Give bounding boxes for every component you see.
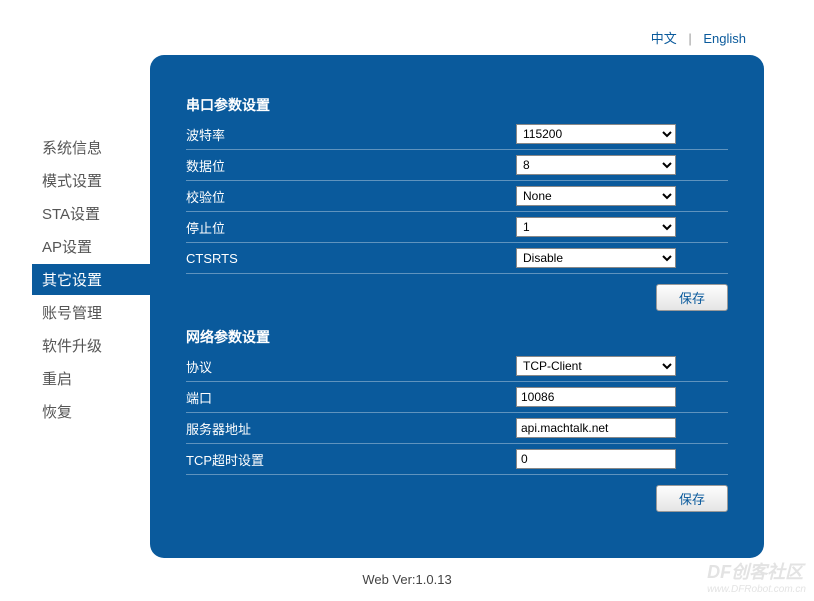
- input-port[interactable]: [516, 387, 676, 407]
- label-stopbits: 停止位: [186, 218, 516, 237]
- sidebar-item-reboot[interactable]: 重启: [32, 363, 150, 394]
- input-timeout[interactable]: [516, 449, 676, 469]
- label-ctsrts: CTSRTS: [186, 251, 516, 266]
- settings-panel: 串口参数设置 波特率 115200 数据位 8 校验位 None 停止位 1 C…: [150, 55, 764, 558]
- label-protocol: 协议: [186, 357, 516, 376]
- save-serial-button[interactable]: 保存: [656, 284, 728, 311]
- language-bar: 中文 | English: [643, 28, 754, 47]
- label-timeout: TCP超时设置: [186, 450, 516, 469]
- serial-section-title: 串口参数设置: [186, 95, 728, 115]
- sidebar-item-upgrade[interactable]: 软件升级: [32, 330, 150, 361]
- row-server: 服务器地址: [186, 413, 728, 444]
- select-protocol[interactable]: TCP-Client: [516, 356, 676, 376]
- input-server[interactable]: [516, 418, 676, 438]
- label-server: 服务器地址: [186, 419, 516, 438]
- row-stopbits: 停止位 1: [186, 212, 728, 243]
- save-net-button[interactable]: 保存: [656, 485, 728, 512]
- footer-version: Web Ver:1.0.13: [0, 558, 814, 587]
- sidebar-item-sta-settings[interactable]: STA设置: [32, 198, 150, 229]
- row-timeout: TCP超时设置: [186, 444, 728, 475]
- label-baud: 波特率: [186, 125, 516, 144]
- sidebar-item-restore[interactable]: 恢复: [32, 396, 150, 427]
- row-databits: 数据位 8: [186, 150, 728, 181]
- lang-separator: |: [688, 31, 691, 46]
- row-protocol: 协议 TCP-Client: [186, 351, 728, 382]
- sidebar-item-account[interactable]: 账号管理: [32, 297, 150, 328]
- label-port: 端口: [186, 388, 516, 407]
- select-databits[interactable]: 8: [516, 155, 676, 175]
- label-parity: 校验位: [186, 187, 516, 206]
- lang-en-link[interactable]: English: [695, 31, 754, 46]
- sidebar-item-ap-settings[interactable]: AP设置: [32, 231, 150, 262]
- select-parity[interactable]: None: [516, 186, 676, 206]
- sidebar: 系统信息 模式设置 STA设置 AP设置 其它设置 账号管理 软件升级 重启 恢…: [0, 55, 150, 558]
- select-stopbits[interactable]: 1: [516, 217, 676, 237]
- net-section-title: 网络参数设置: [186, 327, 728, 347]
- row-baud: 波特率 115200: [186, 119, 728, 150]
- select-baud[interactable]: 115200: [516, 124, 676, 144]
- sidebar-item-other-settings[interactable]: 其它设置: [32, 264, 150, 295]
- select-ctsrts[interactable]: Disable: [516, 248, 676, 268]
- row-port: 端口: [186, 382, 728, 413]
- row-ctsrts: CTSRTS Disable: [186, 243, 728, 274]
- sidebar-item-mode-settings[interactable]: 模式设置: [32, 165, 150, 196]
- sidebar-item-system-info[interactable]: 系统信息: [32, 132, 150, 163]
- lang-zh-link[interactable]: 中文: [643, 31, 685, 46]
- row-parity: 校验位 None: [186, 181, 728, 212]
- label-databits: 数据位: [186, 156, 516, 175]
